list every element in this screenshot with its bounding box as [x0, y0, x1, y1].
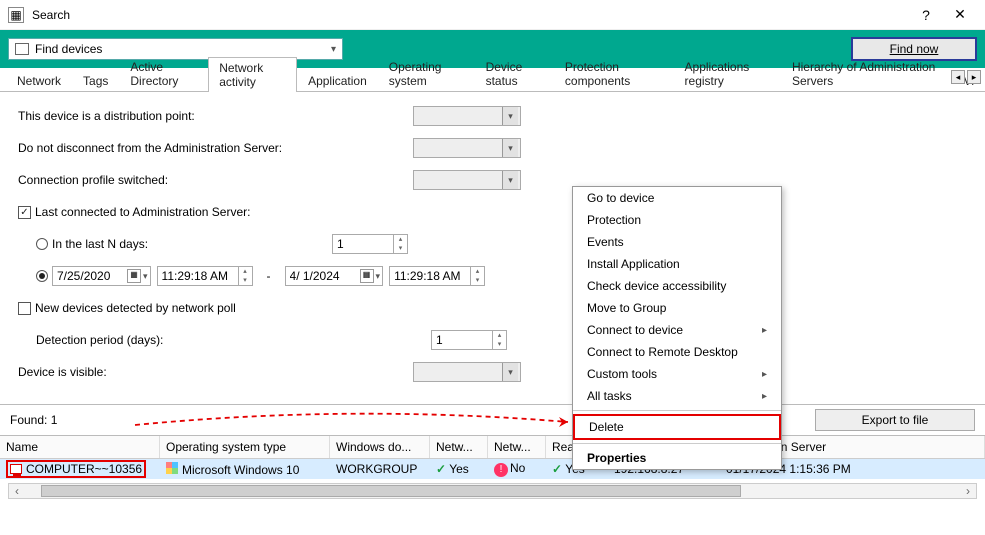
- menu-move-to-group[interactable]: Move to Group: [573, 297, 781, 319]
- cell-net1: Yes: [449, 462, 469, 476]
- grid-header: Name Operating system type Windows do...…: [0, 436, 985, 459]
- menu-delete[interactable]: Delete: [573, 414, 781, 440]
- label-detection-period: Detection period (days):: [36, 333, 431, 347]
- tab-scroll-nav: ◂ ▸: [951, 70, 981, 84]
- submenu-arrow-icon: ▸: [762, 369, 767, 380]
- tab-tags[interactable]: Tags: [72, 70, 119, 91]
- table-row[interactable]: COMPUTER~~10356 Microsoft Windows 10 WOR…: [0, 459, 985, 479]
- combo-no-disconnect[interactable]: ▾: [413, 138, 521, 158]
- col-net2[interactable]: Netw...: [488, 436, 546, 458]
- filter-form: This device is a distribution point: ▾ D…: [0, 92, 985, 396]
- window-title: Search: [32, 8, 70, 22]
- menu-install-application[interactable]: Install Application: [573, 253, 781, 275]
- cell-domain: WORKGROUP: [330, 462, 430, 476]
- calendar-icon[interactable]: ▦: [360, 269, 374, 283]
- app-icon: ▦: [8, 7, 24, 23]
- tab-protection-components[interactable]: Protection components: [554, 56, 674, 91]
- tab-applications-registry[interactable]: Applications registry: [674, 56, 781, 91]
- scroll-right-button[interactable]: ›: [960, 484, 976, 498]
- checkbox-new-devices[interactable]: [18, 302, 31, 315]
- tab-scroll-right[interactable]: ▸: [967, 70, 981, 84]
- tab-operating-system[interactable]: Operating system: [378, 56, 475, 91]
- time-from-input[interactable]: [158, 267, 238, 285]
- device-icon: [15, 43, 29, 55]
- range-dash: -: [253, 269, 285, 283]
- label-conn-profile: Connection profile switched:: [18, 173, 413, 187]
- tab-hierarchy[interactable]: Hierarchy of Administration Servers: [781, 56, 953, 91]
- col-net1[interactable]: Netw...: [430, 436, 488, 458]
- label-no-disconnect: Do not disconnect from the Administratio…: [18, 141, 413, 155]
- radio-in-last-n-days[interactable]: [36, 238, 48, 250]
- combo-distribution-point[interactable]: ▾: [413, 106, 521, 126]
- alert-icon: !: [494, 463, 508, 477]
- horizontal-scrollbar[interactable]: ‹ ›: [8, 483, 977, 499]
- combo-conn-profile[interactable]: ▾: [413, 170, 521, 190]
- results-header: Found: 1 Export to file: [0, 404, 985, 436]
- menu-check-accessibility[interactable]: Check device accessibility: [573, 275, 781, 297]
- menu-connect-remote-desktop[interactable]: Connect to Remote Desktop: [573, 341, 781, 363]
- date-to[interactable]: ▦▾: [285, 266, 384, 286]
- label-in-last-n-days: In the last N days:: [52, 237, 332, 251]
- submenu-arrow-icon: ▸: [762, 391, 767, 402]
- cell-net2: No: [510, 461, 525, 475]
- time-to-input[interactable]: [390, 267, 470, 285]
- time-to[interactable]: ▴▾: [389, 266, 485, 286]
- menu-connect-to-device[interactable]: Connect to device▸: [573, 319, 781, 341]
- menu-all-tasks[interactable]: All tasks▸: [573, 385, 781, 407]
- combo-device-visible[interactable]: ▾: [413, 362, 521, 382]
- time-from[interactable]: ▴▾: [157, 266, 253, 286]
- col-name[interactable]: Name: [0, 436, 160, 458]
- scroll-left-button[interactable]: ‹: [9, 484, 25, 498]
- input-detection-period[interactable]: [432, 331, 492, 349]
- tab-scroll-left[interactable]: ◂: [951, 70, 965, 84]
- tab-application[interactable]: Application: [297, 70, 378, 91]
- export-button[interactable]: Export to file: [815, 409, 975, 431]
- help-button[interactable]: ?: [909, 7, 943, 23]
- found-count: Found: 1: [10, 413, 57, 427]
- radio-date-range[interactable]: [36, 270, 48, 282]
- cell-os: Microsoft Windows 10: [182, 463, 299, 477]
- results-grid: Name Operating system type Windows do...…: [0, 436, 985, 479]
- menu-custom-tools[interactable]: Custom tools▸: [573, 363, 781, 385]
- tab-active-directory[interactable]: Active Directory: [119, 56, 208, 91]
- tab-device-status[interactable]: Device status: [475, 56, 554, 91]
- col-domain[interactable]: Windows do...: [330, 436, 430, 458]
- device-name-highlight: COMPUTER~~10356: [6, 460, 146, 478]
- check-icon: ✓: [552, 462, 562, 476]
- computer-icon: [10, 464, 22, 474]
- input-n-days[interactable]: [333, 235, 393, 253]
- cell-name: COMPUTER~~10356: [26, 462, 142, 476]
- menu-go-to-device[interactable]: Go to device: [573, 187, 781, 209]
- date-from[interactable]: ▦▾: [52, 266, 151, 286]
- tab-network[interactable]: Network: [6, 70, 72, 91]
- date-from-input[interactable]: [55, 269, 123, 283]
- spinner-n-days[interactable]: ▴▾: [332, 234, 408, 254]
- menu-events[interactable]: Events: [573, 231, 781, 253]
- label-distribution-point: This device is a distribution point:: [18, 109, 413, 123]
- close-button[interactable]: ✕: [943, 6, 977, 23]
- check-icon: ✓: [436, 462, 446, 476]
- tab-bar: Network Tags Active Directory Network ac…: [0, 68, 985, 92]
- menu-protection[interactable]: Protection: [573, 209, 781, 231]
- scroll-thumb[interactable]: [41, 485, 741, 497]
- spinner-detection-period[interactable]: ▴▾: [431, 330, 507, 350]
- date-to-input[interactable]: [288, 269, 356, 283]
- chevron-down-icon: ▾: [331, 44, 336, 55]
- search-mode-label: Find devices: [35, 42, 102, 56]
- tab-network-activity[interactable]: Network activity: [208, 57, 297, 92]
- col-os[interactable]: Operating system type: [160, 436, 330, 458]
- label-new-devices: New devices detected by network poll: [35, 301, 236, 315]
- label-device-visible: Device is visible:: [18, 365, 413, 379]
- menu-properties[interactable]: Properties: [573, 447, 781, 469]
- calendar-icon[interactable]: ▦: [127, 269, 141, 283]
- windows-icon: [166, 462, 178, 474]
- submenu-arrow-icon: ▸: [762, 325, 767, 336]
- label-last-connected: Last connected to Administration Server:: [35, 205, 250, 219]
- context-menu: Go to device Protection Events Install A…: [572, 186, 782, 470]
- title-bar: ▦ Search ? ✕: [0, 0, 985, 30]
- checkbox-last-connected[interactable]: [18, 206, 31, 219]
